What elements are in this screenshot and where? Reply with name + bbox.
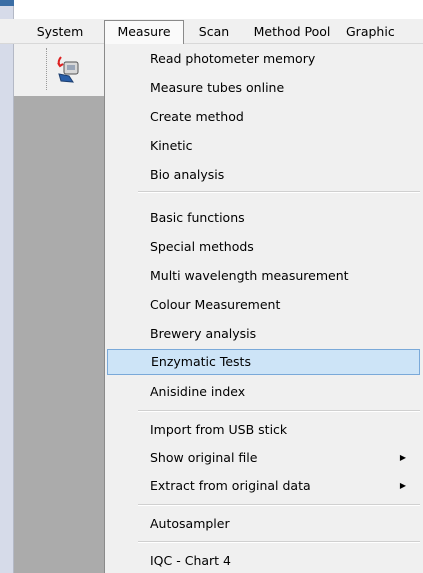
- menu-item-brewery-analysis[interactable]: Brewery analysis: [107, 321, 420, 347]
- menu-item-basic-functions[interactable]: Basic functions: [107, 205, 420, 231]
- window-left-frame: [0, 6, 14, 573]
- measure-dropdown-menu: Read photometer memory Measure tubes onl…: [104, 44, 423, 573]
- toolbar-read-button[interactable]: [46, 48, 86, 90]
- menu-item-label: Extract from original data: [150, 478, 311, 493]
- menu-item-label: Import from USB stick: [150, 422, 288, 437]
- menu-item-kinetic[interactable]: Kinetic: [107, 133, 420, 159]
- menu-separator: [138, 410, 420, 412]
- menu-item-create-method[interactable]: Create method: [107, 104, 420, 130]
- menu-item-autosampler[interactable]: Autosampler: [107, 511, 420, 537]
- menu-item-colour-measurement[interactable]: Colour Measurement: [107, 292, 420, 318]
- menu-item-bio-analysis[interactable]: Bio analysis: [107, 162, 420, 188]
- photometer-read-icon: [57, 56, 79, 83]
- menu-item-extract-original-data[interactable]: Extract from original data ▶: [107, 473, 420, 499]
- menu-separator: [138, 504, 420, 506]
- menu-method-pool[interactable]: Method Pool: [246, 21, 338, 43]
- window-top-edge: [0, 0, 423, 6]
- menu-item-import-usb[interactable]: Import from USB stick: [107, 417, 420, 443]
- menu-item-anisidine-index[interactable]: Anisidine index: [107, 379, 420, 405]
- menu-scan[interactable]: Scan: [188, 21, 240, 43]
- menu-item-multi-wavelength[interactable]: Multi wavelength measurement: [107, 263, 420, 289]
- menu-item-label: Show original file: [150, 450, 258, 465]
- menu-item-show-original-file[interactable]: Show original file ▶: [107, 445, 420, 471]
- submenu-arrow-icon: ▶: [399, 453, 406, 462]
- menu-system[interactable]: System: [20, 21, 100, 43]
- menu-item-enzymatic-tests[interactable]: Enzymatic Tests: [107, 349, 420, 375]
- submenu-arrow-icon: ▶: [399, 481, 406, 490]
- menu-item-read-photometer-memory[interactable]: Read photometer memory: [107, 46, 420, 72]
- menu-graphic[interactable]: Graphic: [346, 21, 423, 43]
- menu-separator: [138, 191, 420, 193]
- menu-measure[interactable]: Measure: [104, 20, 184, 44]
- menu-item-special-methods[interactable]: Special methods: [107, 234, 420, 260]
- menu-bar: System Measure Scan Method Pool Graphic: [0, 19, 423, 44]
- menu-item-measure-tubes-online[interactable]: Measure tubes online: [107, 75, 420, 101]
- menu-item-iqc-chart-4[interactable]: IQC - Chart 4: [107, 548, 420, 573]
- menu-separator: [138, 541, 420, 543]
